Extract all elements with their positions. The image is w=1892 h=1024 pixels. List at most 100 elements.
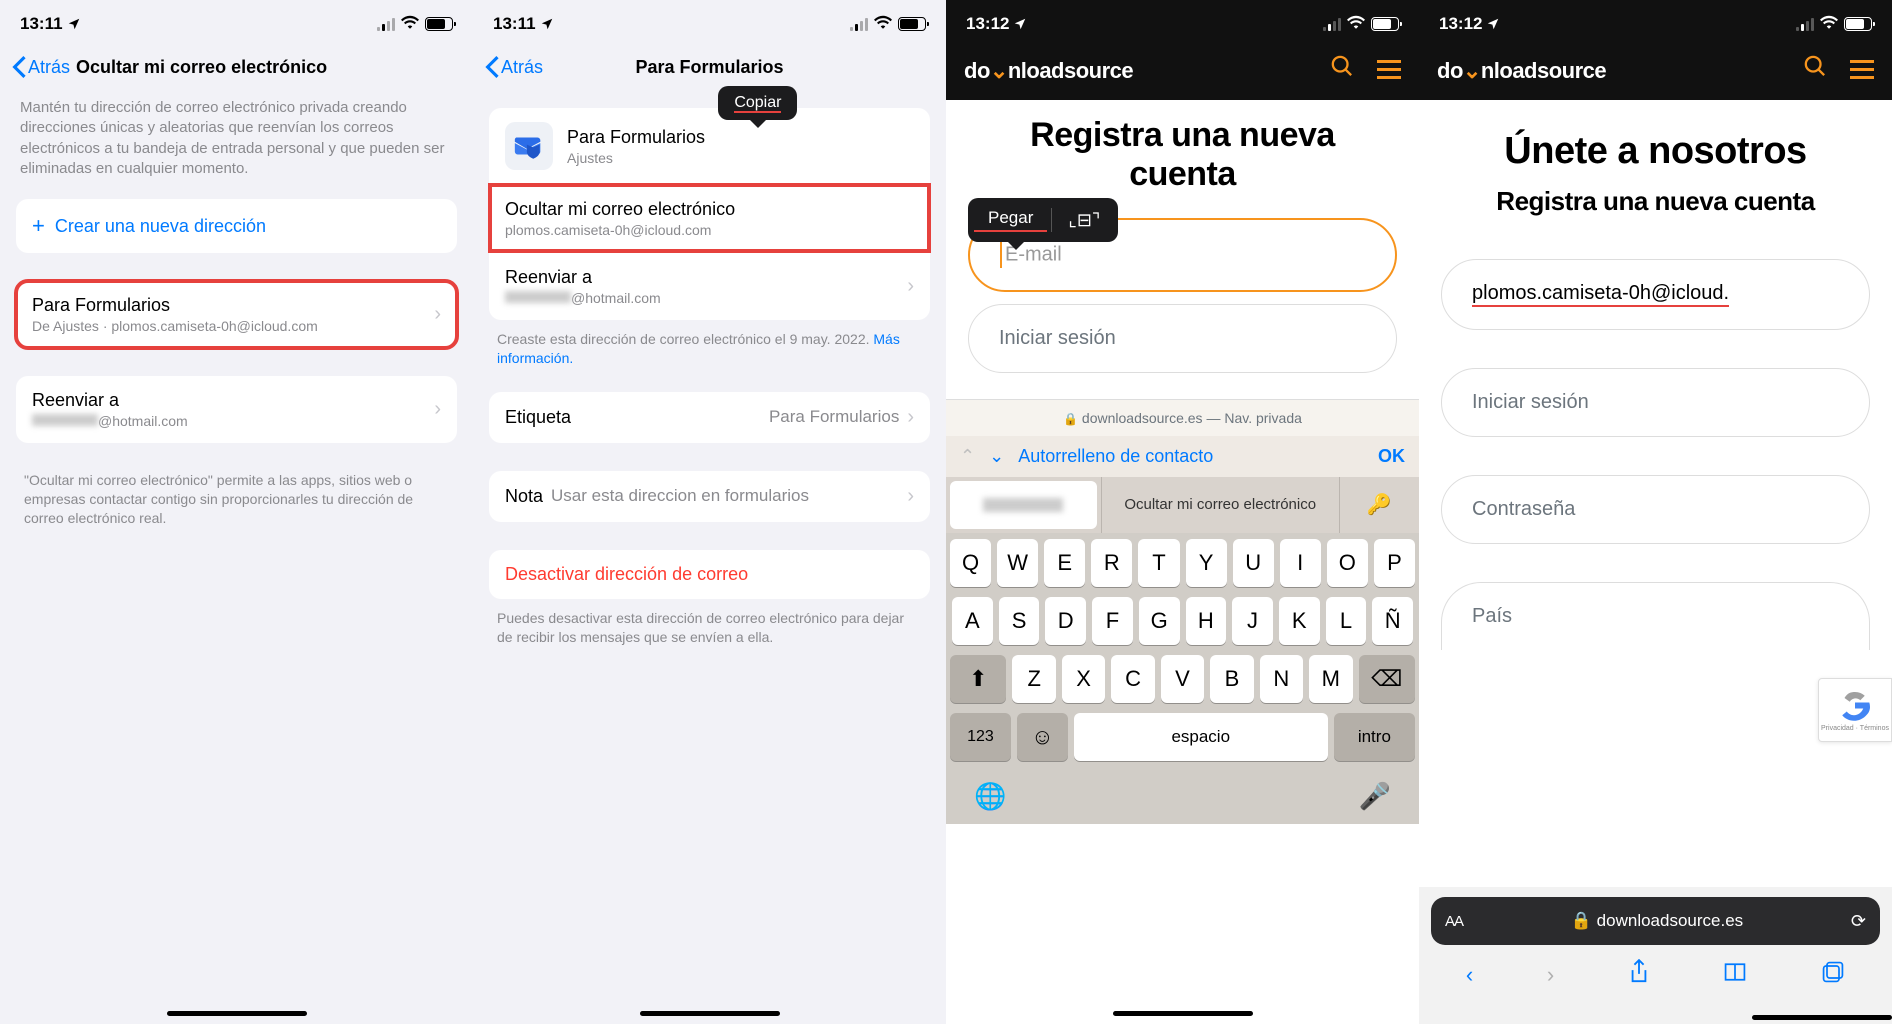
key-b[interactable]: B [1210,655,1253,703]
key-a[interactable]: A [952,597,993,645]
country-input[interactable]: País [1441,582,1870,650]
numbers-key[interactable]: 123 [950,713,1011,761]
home-indicator[interactable] [167,1011,307,1016]
share-icon[interactable] [1628,959,1650,991]
create-address-button[interactable]: + Crear una nueva dirección [16,199,457,253]
back-button[interactable]: Atrás [485,56,543,78]
key-g[interactable]: G [1139,597,1180,645]
autofill-contact-button[interactable]: Autorrelleno de contacto [1018,446,1364,467]
location-icon [67,17,81,31]
row-subtitle: plomos.camiseta-0h@icloud.com [505,222,914,238]
key-p[interactable]: P [1374,539,1415,587]
menu-icon[interactable] [1377,60,1401,79]
reenviar-card: Reenviar a @hotmail.com › [16,376,457,443]
reenviar-row[interactable]: Reenviar a @hotmail.com › [16,376,457,443]
safari-url-bar[interactable]: AA 🔒 downloadsource.es ⟳ [1431,897,1880,945]
scan-text-icon[interactable]: ⌞⊟⌝ [1056,210,1112,231]
suggestion-hide-email[interactable]: Ocultar mi correo electrónico [1101,477,1339,533]
key-h[interactable]: H [1186,597,1227,645]
deactivate-button[interactable]: Desactivar dirección de correo [489,550,930,599]
space-key[interactable]: espacio [1074,713,1328,761]
key-r[interactable]: R [1091,539,1132,587]
back-icon[interactable]: ‹ [1466,962,1473,988]
bookmarks-icon[interactable] [1723,961,1747,989]
row-subtitle: Ajustes [567,150,914,166]
formularios-row[interactable]: Para Formularios De Ajustes · plomos.cam… [16,281,457,348]
suggestion-selected[interactable] [950,481,1097,529]
chevron-right-icon: › [434,398,441,421]
key-w[interactable]: W [997,539,1038,587]
safari-toolbar: ‹ › [1419,945,1892,1015]
key-n[interactable]: N [1260,655,1303,703]
globe-icon[interactable]: 🌐 [974,781,1006,812]
chevron-left-icon [485,56,499,78]
etiqueta-row[interactable]: Etiqueta Para Formularios › [489,392,930,443]
row-value: Para Formularios [769,407,899,427]
search-icon[interactable] [1804,55,1826,84]
key-v[interactable]: V [1161,655,1204,703]
nota-row[interactable]: Nota Usar esta direccion en formularios … [489,471,930,522]
key-e[interactable]: E [1044,539,1085,587]
site-logo[interactable]: do⌄nloadsource [1437,58,1804,84]
next-field-button[interactable]: ⌄ [989,446,1004,467]
status-time: 13:11 [493,14,536,34]
login-input[interactable]: Iniciar sesión [1441,368,1870,437]
delete-key[interactable]: ⌫ [1359,655,1415,703]
key-q[interactable]: Q [950,539,991,587]
detail-card: Para Formularios Ajustes Copiar Ocultar … [489,108,930,320]
key-u[interactable]: U [1233,539,1274,587]
prev-field-button[interactable]: ⌃ [960,446,975,467]
email-input[interactable]: plomos.camiseta-0h@icloud. [1441,259,1870,330]
key-d[interactable]: D [1045,597,1086,645]
safari-chrome: AA 🔒 downloadsource.es ⟳ ‹ › [1419,887,1892,1024]
recaptcha-badge[interactable]: Privacidad · Términos [1818,678,1892,742]
mail-shield-icon [505,122,553,170]
key-y[interactable]: Y [1186,539,1227,587]
key-t[interactable]: T [1138,539,1179,587]
search-icon[interactable] [1331,55,1353,84]
home-indicator[interactable] [1113,1011,1253,1016]
ocultar-row[interactable]: Ocultar mi correo electrónico plomos.cam… [489,184,930,252]
signup-keyboard-screen: 13:12 do⌄nloadsource Registra una nueva … [946,0,1419,1024]
signup-filled-screen: 13:12 do⌄nloadsource Únete a nosotros Re… [1419,0,1892,1024]
site-header: 13:12 do⌄nloadsource [1419,0,1892,100]
key-f[interactable]: F [1092,597,1133,645]
key-c[interactable]: C [1111,655,1154,703]
password-input[interactable]: Contraseña [1441,475,1870,544]
home-indicator[interactable] [640,1011,780,1016]
text-size-icon[interactable]: AA [1445,913,1463,930]
copy-tooltip[interactable]: Copiar [718,86,797,120]
back-button[interactable]: Atrás [12,56,70,78]
reload-icon[interactable]: ⟳ [1851,911,1866,932]
cell-signal-icon [850,18,868,31]
menu-icon[interactable] [1850,60,1874,79]
keyboard-done-button[interactable]: OK [1378,446,1405,467]
emoji-key[interactable]: ☺ [1017,713,1068,761]
key-m[interactable]: M [1309,655,1352,703]
key-k[interactable]: K [1279,597,1320,645]
shift-key[interactable]: ⬆ [950,655,1006,703]
key-j[interactable]: J [1232,597,1273,645]
wifi-icon [874,15,892,34]
mic-icon[interactable]: 🎤 [1359,781,1391,812]
key-o[interactable]: O [1327,539,1368,587]
paste-button[interactable]: Pegar [974,208,1047,232]
key-z[interactable]: Z [1012,655,1055,703]
passwords-icon[interactable]: 🔑 [1339,477,1419,533]
site-logo[interactable]: do⌄nloadsource [964,58,1331,84]
formularios-card: Para Formularios De Ajustes · plomos.cam… [16,281,457,348]
key-s[interactable]: S [999,597,1040,645]
tabs-icon[interactable] [1821,960,1845,990]
key-x[interactable]: X [1062,655,1105,703]
enter-key[interactable]: intro [1334,713,1415,761]
key-ñ[interactable]: Ñ [1372,597,1413,645]
forward-icon[interactable]: › [1547,962,1554,988]
key-l[interactable]: L [1326,597,1367,645]
login-input[interactable]: Iniciar sesión [968,304,1397,373]
home-indicator[interactable] [1752,1015,1892,1020]
etiqueta-card: Etiqueta Para Formularios › [489,392,930,443]
reenviar-row[interactable]: Reenviar a @hotmail.com › [489,252,930,320]
battery-icon [425,17,453,31]
key-i[interactable]: I [1280,539,1321,587]
row-title: Reenviar a [505,267,907,288]
